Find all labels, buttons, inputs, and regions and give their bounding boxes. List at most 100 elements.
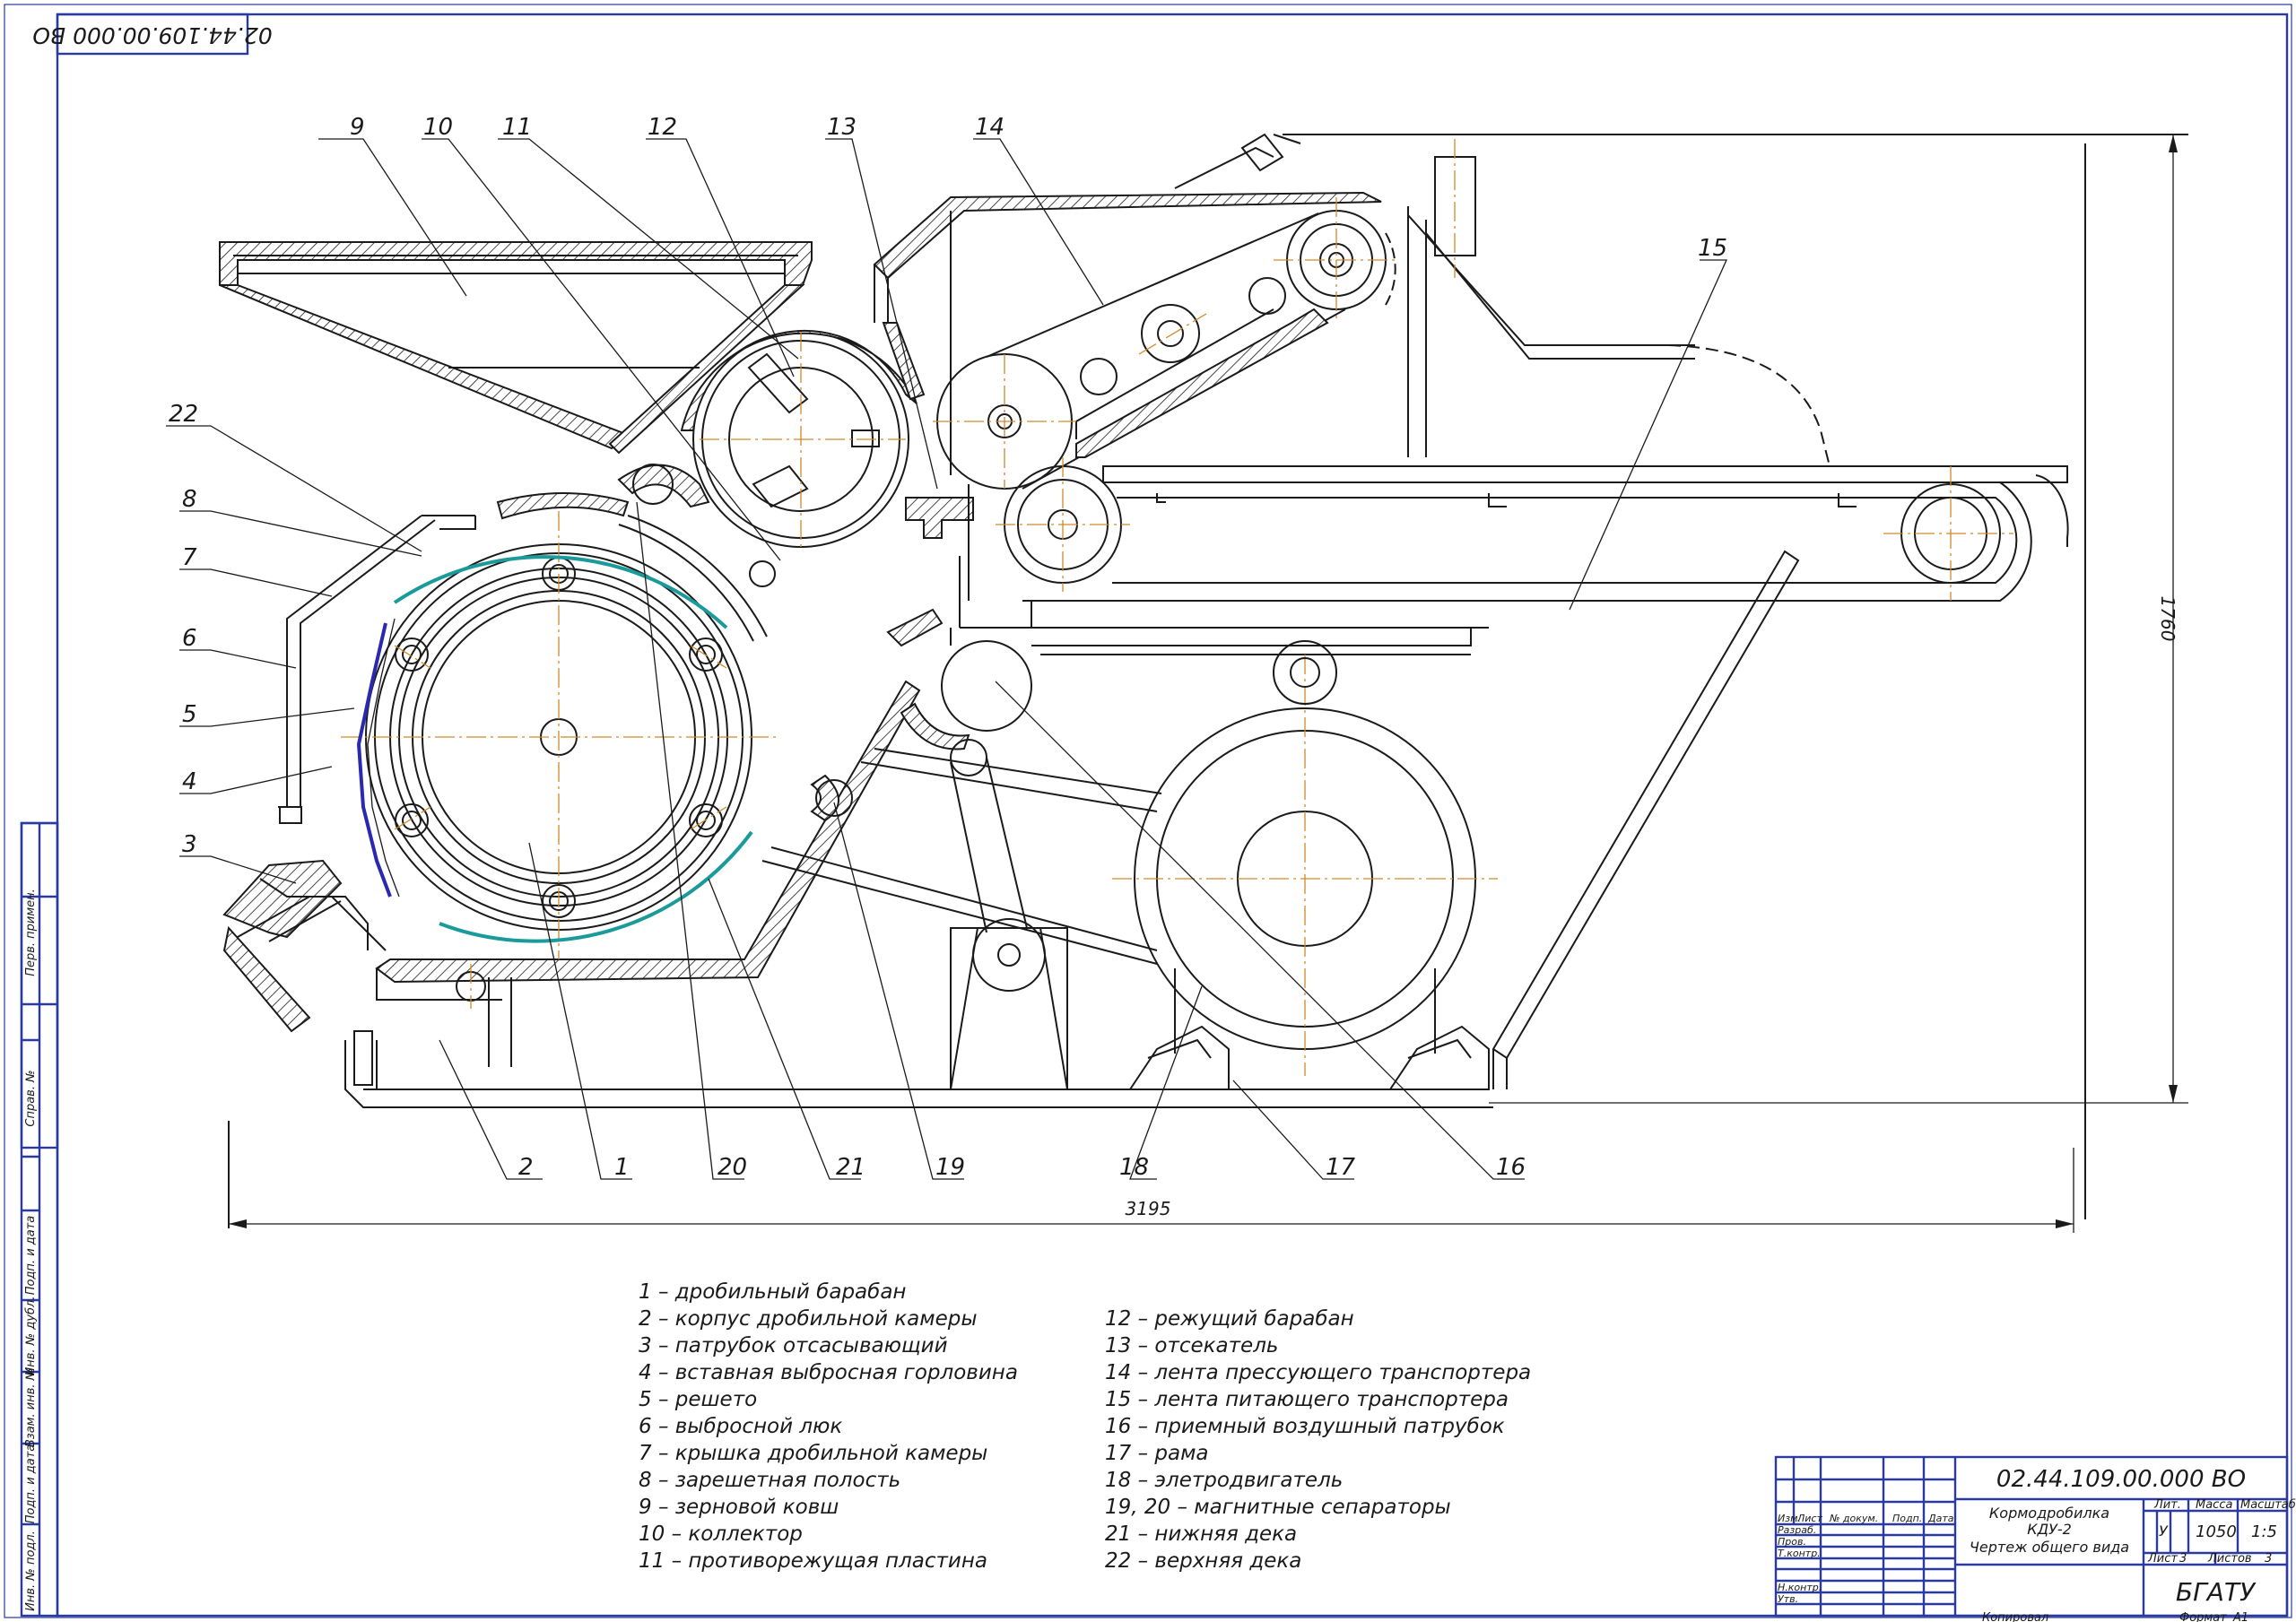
lit-label: Лит. bbox=[2153, 1498, 2181, 1512]
legend-item: 1 – дробильный барабан bbox=[639, 1280, 906, 1304]
side-label-4: Взам. инв. № bbox=[24, 1368, 38, 1447]
row-label: Н.контр. bbox=[1778, 1582, 1822, 1593]
side-label-6: Инв. № подл. bbox=[24, 1531, 38, 1611]
col-header: Лист bbox=[1796, 1513, 1822, 1524]
callout-12: 12 bbox=[648, 114, 677, 141]
row-label: Разраб. bbox=[1778, 1524, 1816, 1536]
legend-right: 12 – режущий барабан 13 – отсекатель 14 … bbox=[1105, 1307, 1531, 1573]
organization: БГАТУ bbox=[2176, 1577, 2257, 1607]
legend-item: 22 – верхняя дека bbox=[1105, 1549, 1301, 1573]
callout-1: 1 bbox=[614, 1154, 630, 1181]
col-header: № докум. bbox=[1829, 1513, 1878, 1524]
sheets-label: Листов bbox=[2207, 1552, 2252, 1566]
callout-19: 19 bbox=[935, 1154, 965, 1181]
frame-rama bbox=[228, 143, 2086, 1228]
legend-item: 13 – отсекатель bbox=[1105, 1334, 1278, 1357]
callout-11: 11 bbox=[502, 114, 532, 141]
drawing-code-stamp: 02.44.109.00.000 ВО bbox=[32, 22, 272, 48]
callout-14: 14 bbox=[975, 114, 1004, 141]
callout-21: 21 bbox=[836, 1154, 865, 1181]
format-value: А1 bbox=[2232, 1611, 2248, 1622]
legend-item: 3 – патрубок отсасывающий bbox=[639, 1334, 948, 1357]
legend-left: 1 – дробильный барабан 2 – корпус дробил… bbox=[639, 1280, 1018, 1573]
col-header: Дата bbox=[1927, 1513, 1954, 1524]
suction-pipe bbox=[222, 859, 387, 1033]
callout-16: 16 bbox=[1496, 1154, 1526, 1181]
legend-item: 18 – элетродвигатель bbox=[1105, 1469, 1343, 1492]
title-name-2: КДУ-2 bbox=[2027, 1521, 2072, 1538]
format-label: Формат bbox=[2179, 1611, 2227, 1622]
sheets-value: 3 bbox=[2265, 1552, 2272, 1566]
side-label-1: Справ. № bbox=[24, 1070, 38, 1126]
callout-7: 7 bbox=[182, 544, 197, 571]
callout-20: 20 bbox=[718, 1154, 747, 1181]
legend-item: 16 – приемный воздушный патрубок bbox=[1105, 1415, 1505, 1438]
dimensions: 3195 1760 bbox=[229, 134, 2188, 1233]
callout-17: 17 bbox=[1326, 1154, 1356, 1181]
scale-value: 1:5 bbox=[2251, 1522, 2277, 1541]
callout-2: 2 bbox=[518, 1154, 534, 1181]
callout-22: 22 bbox=[169, 401, 198, 428]
feed-conveyor bbox=[959, 344, 2069, 655]
callout-9: 9 bbox=[350, 114, 365, 141]
sheet-label: Лист bbox=[2147, 1552, 2178, 1566]
legend-item: 8 – зарешетная полость bbox=[639, 1469, 900, 1492]
callout-5: 5 bbox=[182, 701, 197, 728]
legend-item: 17 – рама bbox=[1105, 1442, 1209, 1465]
legend-item: 19, 20 – магнитные сепараторы bbox=[1105, 1496, 1451, 1519]
callout-4: 4 bbox=[182, 768, 197, 795]
title-name-1: Кормодробилка bbox=[1989, 1505, 2109, 1522]
col-header: Подп. bbox=[1892, 1513, 1922, 1524]
electric-motor bbox=[1112, 640, 1498, 1090]
legend-item: 12 – режущий барабан bbox=[1105, 1307, 1354, 1331]
callout-18: 18 bbox=[1119, 1154, 1149, 1181]
title-name-3: Чертеж общего вида bbox=[1970, 1539, 2129, 1556]
press-conveyor bbox=[873, 133, 2188, 490]
leader-lines bbox=[166, 138, 1728, 1180]
legend-item: 6 – выбросной люк bbox=[639, 1415, 842, 1438]
width-dimension: 3195 bbox=[1126, 1198, 1171, 1219]
drawing-sheet: 02.44.109.00.000 ВО Перв. примен. Справ.… bbox=[4, 4, 2296, 1622]
title-block: 02.44.109.00.000 ВО Кормодробилка КДУ-2 … bbox=[1774, 1455, 2296, 1622]
legend-item: 21 – нижняя дека bbox=[1105, 1522, 1297, 1546]
legend-item: 5 – решето bbox=[639, 1388, 757, 1411]
side-label-3: Инв. № дубл. bbox=[24, 1297, 38, 1376]
mass-label: Масса bbox=[2196, 1498, 2232, 1512]
legend-item: 9 – зерновой ковш bbox=[639, 1496, 839, 1519]
legend-item: 14 – лента прессующего транспортера bbox=[1105, 1361, 1531, 1384]
cutoff-plate bbox=[882, 322, 974, 539]
legend-item: 15 – лента питающего транспортера bbox=[1105, 1388, 1509, 1411]
callout-8: 8 bbox=[182, 486, 197, 513]
sheet-value: 3 bbox=[2179, 1552, 2187, 1566]
callout-10: 10 bbox=[423, 114, 453, 141]
legend-item: 4 – вставная выбросная горловина bbox=[639, 1361, 1018, 1384]
lit-value: У bbox=[2159, 1522, 2169, 1540]
copied-label: Копировал bbox=[1982, 1611, 2048, 1622]
side-label-0: Перв. примен. bbox=[24, 889, 38, 976]
crusher-housing bbox=[353, 680, 921, 1086]
row-label: Утв. bbox=[1778, 1593, 1798, 1605]
scale-label: Масштаб bbox=[2240, 1498, 2296, 1512]
air-intake-pipe bbox=[886, 608, 1032, 750]
callout-3: 3 bbox=[182, 831, 197, 858]
side-column: Перв. примен. Справ. № Подп. и дата Инв.… bbox=[20, 821, 59, 1618]
height-dimension: 1760 bbox=[2157, 596, 2179, 642]
sieve bbox=[356, 622, 392, 898]
grain-hopper bbox=[219, 241, 813, 455]
machine-drawing bbox=[219, 133, 2188, 1228]
chamber-cover bbox=[278, 492, 630, 824]
side-label-2: Подп. и дата bbox=[24, 1216, 38, 1296]
mass-value: 1050 bbox=[2196, 1522, 2237, 1541]
side-label-5: Подп. и дата bbox=[24, 1444, 38, 1524]
row-label: Пров. bbox=[1778, 1536, 1806, 1548]
callout-6: 6 bbox=[182, 625, 197, 652]
callout-15: 15 bbox=[1698, 235, 1727, 262]
legend-item: 2 – корпус дробильной камеры bbox=[639, 1307, 978, 1331]
title-code: 02.44.109.00.000 ВО bbox=[1996, 1466, 2246, 1493]
row-label: Т.контр. bbox=[1778, 1548, 1821, 1559]
legend-item: 7 – крышка дробильной камеры bbox=[639, 1442, 987, 1465]
legend-item: 11 – противорежущая пластина bbox=[639, 1549, 987, 1573]
callout-13: 13 bbox=[827, 114, 857, 141]
linkage bbox=[456, 550, 1800, 1090]
legend-item: 10 – коллектор bbox=[639, 1522, 803, 1546]
